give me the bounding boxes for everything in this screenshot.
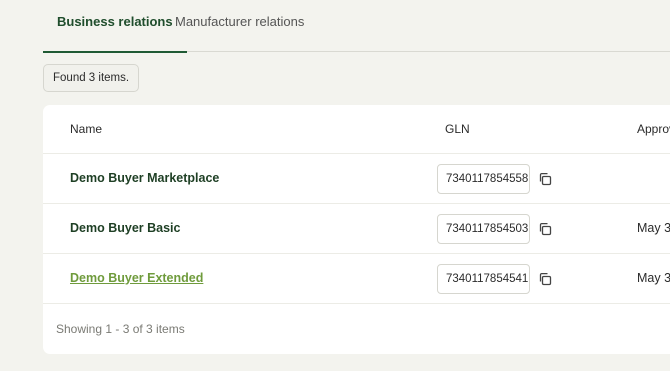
row-name[interactable]: Demo Buyer Marketplace [70, 171, 219, 185]
tab-business-relations[interactable]: Business relations [43, 14, 187, 53]
page: Business relations Manufacturer relation… [0, 0, 670, 371]
tab-bar: Business relations Manufacturer relation… [43, 0, 670, 53]
relations-table: Name GLN Approv Demo Buyer Marketplace 7… [43, 105, 670, 354]
gln-field[interactable]: 7340117854541 [437, 264, 530, 294]
row-approved: May 3 [637, 221, 670, 235]
column-header-gln[interactable]: GLN [445, 122, 470, 136]
column-header-approved[interactable]: Approv [637, 122, 670, 136]
table-row[interactable]: Demo Buyer Basic 7340117854503 May 3 [43, 204, 670, 254]
table-row[interactable]: Demo Buyer Marketplace 7340117854558 [43, 154, 670, 204]
copy-icon[interactable] [537, 221, 553, 237]
gln-field[interactable]: 7340117854503 [437, 214, 530, 244]
row-name-link[interactable]: Demo Buyer Extended [70, 271, 203, 285]
row-name[interactable]: Demo Buyer Basic [70, 221, 180, 235]
found-count-badge: Found 3 items. [43, 64, 140, 92]
gln-field[interactable]: 7340117854558 [437, 164, 530, 194]
table-row[interactable]: Demo Buyer Extended 7340117854541 May 3 [43, 254, 670, 304]
tab-manufacturer-relations[interactable]: Manufacturer relations [175, 14, 304, 52]
table-header: Name GLN Approv [43, 105, 670, 154]
column-header-name[interactable]: Name [70, 122, 102, 136]
copy-icon[interactable] [537, 171, 553, 187]
pagination-summary: Showing 1 - 3 of 3 items [56, 322, 185, 336]
row-approved: May 3 [637, 271, 670, 285]
copy-icon[interactable] [537, 271, 553, 287]
